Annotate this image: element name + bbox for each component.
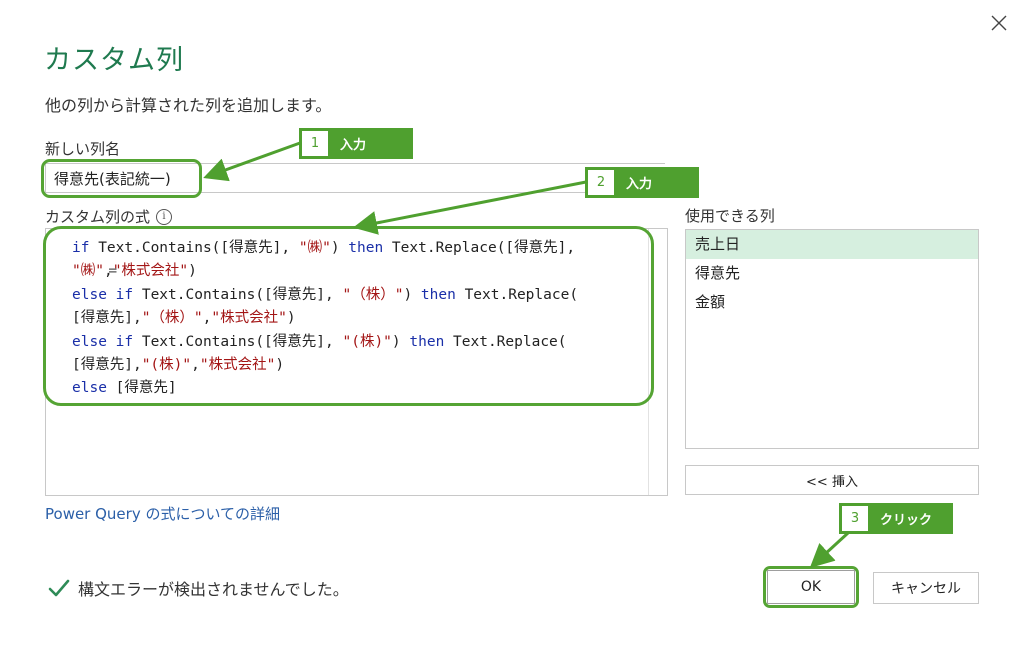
new-column-name-label: 新しい列名 bbox=[45, 140, 121, 158]
available-columns-label: 使用できる列 bbox=[685, 207, 775, 225]
highlight-formula bbox=[43, 226, 654, 406]
info-icon[interactable]: i bbox=[156, 208, 173, 225]
checkmark-icon bbox=[48, 579, 70, 597]
column-item-amount[interactable]: 金額 bbox=[686, 288, 978, 317]
annotation-step-3-number: 3 bbox=[842, 506, 868, 531]
formula-label-text: カスタム列の式 bbox=[45, 208, 151, 226]
annotation-step-2-number: 2 bbox=[588, 170, 614, 195]
highlight-new-column-name bbox=[41, 159, 202, 198]
highlight-ok-button bbox=[763, 566, 859, 608]
close-icon bbox=[991, 15, 1007, 31]
dialog-title: カスタム列 bbox=[44, 45, 184, 76]
syntax-status-text: 構文エラーが検出されませんでした。 bbox=[78, 580, 349, 599]
column-item-customer[interactable]: 得意先 bbox=[686, 259, 978, 288]
annotation-step-2: 2 入力 bbox=[585, 167, 699, 198]
close-button[interactable] bbox=[984, 8, 1014, 38]
cancel-button[interactable]: キャンセル bbox=[873, 572, 979, 604]
dialog-subtitle: 他の列から計算された列を追加します。 bbox=[45, 96, 332, 115]
custom-column-formula-label: カスタム列の式 i bbox=[45, 206, 173, 227]
power-query-formula-help-link[interactable]: Power Query の式についての詳細 bbox=[45, 503, 280, 524]
annotation-step-3-text: クリック bbox=[880, 513, 933, 528]
annotation-step-1-text: 入力 bbox=[340, 138, 367, 153]
column-item-sales-date[interactable]: 売上日 bbox=[686, 230, 978, 259]
available-columns-list[interactable]: 売上日 得意先 金額 bbox=[685, 229, 979, 449]
annotation-step-2-text: 入力 bbox=[626, 177, 653, 192]
annotation-step-3: 3 クリック bbox=[839, 503, 953, 534]
annotation-step-1-number: 1 bbox=[302, 131, 328, 156]
annotation-step-1: 1 入力 bbox=[299, 128, 413, 159]
syntax-status: 構文エラーが検出されませんでした。 bbox=[48, 576, 349, 600]
insert-button[interactable]: << 挿入 bbox=[685, 465, 979, 495]
